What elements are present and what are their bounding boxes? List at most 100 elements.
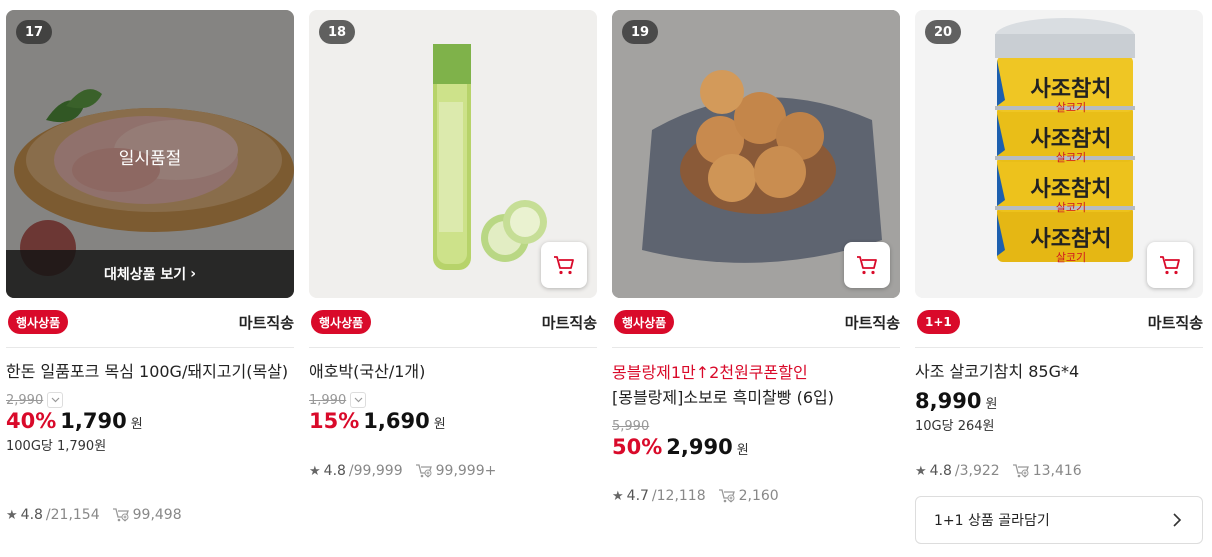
currency-unit: 원 — [736, 443, 749, 458]
alternative-product-button[interactable]: 대체상품 보기 › — [6, 250, 294, 298]
stats-row: ★ 4.8/21,154 99,498 — [6, 507, 182, 523]
original-price-row: 2,990 — [6, 391, 294, 409]
product-image[interactable]: 18 — [309, 10, 597, 298]
can-label: 사조참치 — [1031, 127, 1112, 152]
rating: ★ 4.7/12,118 — [612, 488, 706, 504]
product-grid: 일시품절 17 대체상품 보기 › 행사상품 마트직송 한돈 일품포크 목심 1… — [0, 0, 1212, 557]
product-card[interactable]: 일시품절 17 대체상품 보기 › 행사상품 마트직송 한돈 일품포크 목심 1… — [6, 10, 294, 550]
tag-row: 행사상품 마트직송 — [612, 298, 900, 348]
cart-plus-icon — [112, 508, 129, 522]
cart-count: 2,160 — [718, 488, 779, 504]
cart-plus-icon — [1012, 464, 1029, 478]
original-price: 2,990 — [6, 392, 44, 408]
product-card[interactable]: 19 행사상품 마트직송 몽블랑제1만↑2천원쿠폰할인 [몽블랑제]소보로 흑미… — [612, 10, 900, 550]
original-price: 1,990 — [309, 392, 347, 408]
cart-count-value: 13,416 — [1032, 463, 1082, 479]
cart-icon — [857, 256, 877, 275]
one-plus-one-badge: 1+1 — [917, 310, 960, 334]
add-to-cart-button[interactable] — [1147, 242, 1193, 288]
star-icon: ★ — [6, 507, 18, 523]
event-badge: 행사상품 — [614, 310, 675, 334]
product-title[interactable]: 사조 살코기참치 85G*4 — [915, 360, 1203, 383]
cart-plus-icon — [718, 489, 735, 503]
unit-price: 10G당 264원 — [915, 419, 995, 434]
original-price-row: 1,990 — [309, 391, 597, 409]
chevron-right-icon: › — [190, 266, 196, 282]
product-title[interactable]: 한돈 일품포크 목심 100G/돼지고기(목살) — [6, 360, 294, 383]
original-price: 5,990 — [612, 418, 650, 434]
cart-count-value: 99,498 — [132, 507, 182, 523]
rating: ★ 4.8/21,154 — [6, 507, 100, 523]
tag-row: 행사상품 마트직송 — [309, 298, 597, 348]
can-label: 사조참치 — [1031, 227, 1112, 252]
can-label: 사조참치 — [1031, 77, 1112, 102]
rating-value: 4.7 — [626, 488, 649, 504]
price-row: 50% 2,990 원 — [612, 435, 900, 459]
chevron-right-icon — [1173, 513, 1182, 527]
price-row: 40% 1,790 원 — [6, 409, 294, 433]
price-detail-toggle[interactable] — [350, 392, 367, 408]
currency-unit: 원 — [985, 397, 998, 412]
add-to-cart-button[interactable] — [541, 242, 587, 288]
cart-count: 99,498 — [112, 507, 182, 523]
can-sublabel: 살코기 — [1056, 201, 1086, 214]
stats-row: ★ 4.7/12,118 2,160 — [612, 488, 779, 504]
stats-row: ★ 4.8/3,922 13,416 — [915, 463, 1082, 479]
product-title[interactable]: 애호박(국산/1개) — [309, 360, 597, 383]
unit-price: 100G당 1,790원 — [6, 439, 107, 454]
promo-text: 몽블랑제1만↑2천원쿠폰할인 — [612, 363, 808, 382]
shipping-label: 마트직송 — [1147, 314, 1203, 332]
cart-count: 99,999+ — [415, 463, 497, 479]
discount-rate: 15% — [309, 409, 360, 433]
currency-unit: 원 — [130, 417, 143, 432]
event-badge: 행사상품 — [8, 310, 69, 334]
rating-value: 4.8 — [929, 463, 952, 479]
rank-badge: 17 — [16, 20, 52, 44]
tag-row: 1+1 마트직송 — [915, 298, 1203, 348]
rating: ★ 4.8/99,999 — [309, 463, 403, 479]
price-row: 8,990 원 — [915, 389, 1203, 413]
chevron-down-icon — [354, 397, 363, 403]
shipping-label: 마트직송 — [844, 314, 900, 332]
stats-row: ★ 4.8/99,999 99,999+ — [309, 463, 496, 479]
add-to-cart-button[interactable] — [844, 242, 890, 288]
cart-icon — [1160, 256, 1180, 275]
shipping-label: 마트직송 — [238, 314, 294, 332]
rating-value: 4.8 — [323, 463, 346, 479]
can-sublabel: 살코기 — [1056, 101, 1086, 114]
review-count: /3,922 — [954, 463, 1000, 479]
one-plus-one-select-label: 1+1 상품 골라담기 — [934, 513, 1050, 529]
rating-value: 4.8 — [20, 507, 43, 523]
product-image[interactable]: 19 — [612, 10, 900, 298]
review-count: /21,154 — [45, 507, 100, 523]
star-icon: ★ — [915, 463, 927, 479]
product-image[interactable]: 일시품절 17 대체상품 보기 › — [6, 10, 294, 298]
review-count: /99,999 — [348, 463, 403, 479]
soldout-label: 일시품절 — [118, 149, 182, 169]
star-icon: ★ — [309, 463, 321, 479]
cart-count-value: 99,999+ — [435, 463, 497, 479]
product-title[interactable]: [몽블랑제]소보로 흑미찰빵 (6입) — [612, 386, 900, 409]
rank-badge: 19 — [622, 20, 658, 44]
chevron-down-icon — [51, 397, 60, 403]
rank-badge: 20 — [925, 20, 961, 44]
sale-price: 2,990 — [666, 435, 733, 459]
sale-price: 1,690 — [363, 409, 430, 433]
original-price-row: 5,990 — [612, 417, 900, 435]
currency-unit: 원 — [433, 417, 446, 432]
discount-rate: 40% — [6, 409, 57, 433]
product-card[interactable]: 사조참치 사조참치 사조참치 사조참치 살코기 살코기 살코기 살코기 20 1… — [915, 10, 1203, 550]
tag-row: 행사상품 마트직송 — [6, 298, 294, 348]
price-detail-toggle[interactable] — [47, 392, 64, 408]
product-card[interactable]: 18 행사상품 마트직송 애호박(국산/1개) 1,990 15% 1,690 … — [309, 10, 597, 550]
shipping-label: 마트직송 — [541, 314, 597, 332]
rating: ★ 4.8/3,922 — [915, 463, 1000, 479]
cart-count-value: 2,160 — [738, 488, 779, 504]
sale-price: 1,790 — [60, 409, 127, 433]
one-plus-one-select-button[interactable]: 1+1 상품 골라담기 — [915, 496, 1203, 544]
cart-count: 13,416 — [1012, 463, 1082, 479]
product-image[interactable]: 사조참치 사조참치 사조참치 사조참치 살코기 살코기 살코기 살코기 20 — [915, 10, 1203, 298]
discount-rate: 50% — [612, 435, 663, 459]
can-sublabel: 살코기 — [1056, 151, 1086, 164]
review-count: /12,118 — [651, 488, 706, 504]
